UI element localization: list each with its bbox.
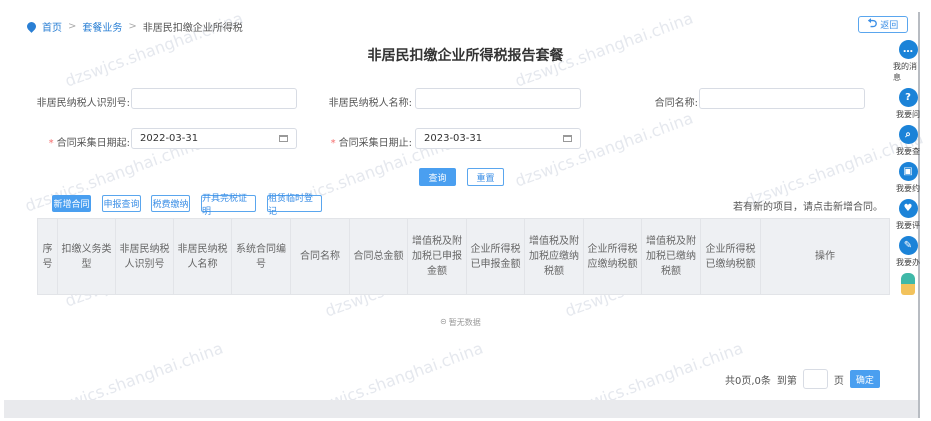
side-item-messages[interactable]: … 我的消息 bbox=[893, 40, 923, 83]
column-header: 系统合同编号 bbox=[231, 218, 291, 295]
message-icon: … bbox=[898, 40, 918, 59]
assistant-robot-icon[interactable] bbox=[901, 273, 915, 295]
page-suffix: 页 bbox=[833, 375, 844, 387]
date-from-label-text: 合同采集日期起: bbox=[56, 138, 130, 149]
breadcrumb-current: 非居民扣缴企业所得税 bbox=[142, 23, 243, 34]
footer-bar bbox=[4, 400, 918, 418]
column-header: 合同总金额 bbox=[349, 218, 408, 295]
return-label: 返回 bbox=[880, 21, 899, 31]
column-header: 企业所得税已缴纳税额 bbox=[700, 218, 761, 295]
breadcrumb-separator: > bbox=[128, 21, 137, 32]
empty-icon: ⊝ bbox=[440, 317, 447, 326]
contract-name-input[interactable] bbox=[699, 88, 865, 109]
pagination-summary: 共0页,0条 bbox=[725, 375, 771, 387]
side-item-evaluate[interactable]: ♥ 我要评 bbox=[896, 199, 920, 231]
column-header: 操作 bbox=[760, 218, 890, 295]
location-icon bbox=[25, 20, 38, 33]
side-item-label: 我要查 bbox=[896, 147, 920, 156]
side-item-ask[interactable]: ? 我要问 bbox=[896, 88, 920, 120]
column-header: 合同名称 bbox=[290, 218, 350, 295]
search-icon: ⌕ bbox=[898, 125, 918, 144]
required-mark: * bbox=[330, 138, 336, 149]
query-button[interactable]: 查询 bbox=[419, 168, 456, 186]
page-input[interactable] bbox=[802, 369, 828, 389]
calendar-icon: ▣ bbox=[898, 162, 918, 181]
date-from-value: 2022-03-31 bbox=[140, 133, 199, 144]
page-title: 非居民扣缴企业所得税报告套餐 bbox=[367, 48, 564, 64]
contract-name-label: 合同名称: bbox=[654, 98, 698, 109]
tax-payment-button[interactable]: 税费缴纳 bbox=[151, 195, 190, 212]
taxpayer-id-label: 非居民纳税人识别号: bbox=[36, 98, 130, 109]
taxpayer-name-label: 非居民纳税人名称: bbox=[328, 98, 412, 109]
side-item-label: 我的消息 bbox=[893, 62, 917, 82]
goto-label: 到第 bbox=[776, 375, 797, 387]
breadcrumb-home[interactable]: 首页 bbox=[42, 19, 62, 34]
taxpayer-name-input[interactable] bbox=[415, 88, 581, 109]
calendar-icon bbox=[279, 135, 288, 142]
column-header: 企业所得税应缴纳税额 bbox=[583, 218, 642, 295]
pagination: 共0页,0条 到第 页 确定 bbox=[725, 369, 880, 389]
date-to-label-text: 合同采集日期止: bbox=[338, 138, 412, 149]
column-header: 序号 bbox=[37, 218, 58, 295]
column-header: 企业所得税已申报金额 bbox=[466, 218, 525, 295]
edit-icon: ✎ bbox=[898, 236, 918, 255]
return-icon: ⮌ bbox=[867, 16, 878, 30]
side-item-label: 我要办 bbox=[896, 258, 920, 267]
date-to-picker[interactable]: 2023-03-31 bbox=[415, 128, 581, 149]
taxpayer-id-input[interactable] bbox=[131, 88, 297, 109]
side-item-label: 我要评 bbox=[896, 221, 920, 230]
watermark: dzswjcs.shanghai.china bbox=[512, 108, 696, 191]
shield-icon: ♥ bbox=[898, 199, 918, 218]
date-to-value: 2023-03-31 bbox=[424, 133, 483, 144]
add-contract-button[interactable]: 新增合同 bbox=[52, 195, 91, 212]
side-item-search[interactable]: ⌕ 我要查 bbox=[896, 125, 920, 157]
return-button[interactable]: ⮌ 返回 bbox=[858, 16, 908, 33]
question-icon: ? bbox=[898, 88, 918, 107]
breadcrumb: 首页 > 套餐业务 > 非居民扣缴企业所得税 bbox=[25, 19, 243, 34]
date-from-picker[interactable]: 2022-03-31 bbox=[131, 128, 297, 149]
column-header: 增值税及附加税应缴纳税额 bbox=[524, 218, 584, 295]
side-item-label: 我要问 bbox=[896, 110, 920, 119]
empty-state: ⊝ 暂无数据 bbox=[440, 317, 481, 328]
empty-text: 暂无数据 bbox=[448, 318, 481, 327]
date-to-label: * 合同采集日期止: bbox=[300, 134, 412, 149]
side-item-handle[interactable]: ✎ 我要办 bbox=[896, 236, 920, 268]
contracts-table: 序号 扣缴义务类型 非居民纳税人识别号 非居民纳税人名称 系统合同编号 合同名称… bbox=[37, 218, 890, 295]
table-header-row: 序号 扣缴义务类型 非居民纳税人识别号 非居民纳税人名称 系统合同编号 合同名称… bbox=[37, 218, 890, 295]
hint-text: 若有新的项目，请点击新增合同。 bbox=[733, 202, 883, 213]
reset-button[interactable]: 重置 bbox=[467, 168, 504, 186]
column-header: 扣缴义务类型 bbox=[57, 218, 116, 295]
column-header: 增值税及附加税已缴纳税额 bbox=[641, 218, 701, 295]
date-from-label: * 合同采集日期起: bbox=[20, 134, 130, 149]
breadcrumb-separator: > bbox=[68, 21, 77, 32]
column-header: 增值税及附加税已申报金额 bbox=[407, 218, 467, 295]
side-item-label: 我要约 bbox=[896, 184, 920, 193]
calendar-icon bbox=[563, 135, 572, 142]
required-mark: * bbox=[48, 138, 54, 149]
column-header: 非居民纳税人名称 bbox=[173, 218, 232, 295]
temporary-registration-button[interactable]: 租赁临时登记 bbox=[267, 194, 322, 217]
column-header: 非居民纳税人识别号 bbox=[115, 218, 174, 295]
breadcrumb-package[interactable]: 套餐业务 bbox=[82, 19, 122, 34]
side-menu: … 我的消息 ? 我要问 ⌕ 我要查 ▣ 我要约 ♥ 我要评 ✎ 我要办 bbox=[893, 40, 923, 295]
confirm-button[interactable]: 确定 bbox=[849, 370, 880, 388]
side-item-appointment[interactable]: ▣ 我要约 bbox=[896, 162, 920, 194]
tax-certificate-button[interactable]: 开具完税证明 bbox=[201, 194, 256, 217]
declaration-query-button[interactable]: 申报查询 bbox=[102, 195, 141, 212]
